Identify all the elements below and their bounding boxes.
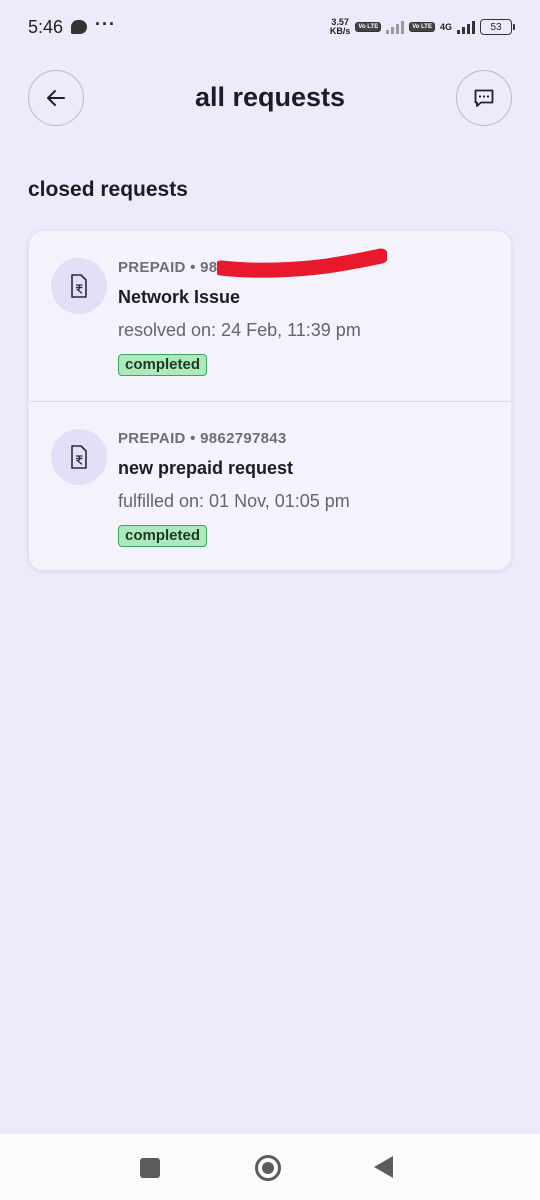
request-title: new prepaid request (118, 458, 294, 478)
status-badge: completed (118, 354, 208, 376)
volte-icon: Vo LTE (355, 22, 382, 32)
chat-bubble-icon (474, 89, 494, 107)
chat-support-button[interactable] (456, 70, 512, 126)
home-icon (262, 1162, 274, 1174)
header: all requests (0, 70, 540, 126)
network-speed: 3.57 KB/s (330, 18, 351, 36)
status-left: 5:46 ··· (28, 13, 117, 38)
status-badge: completed (118, 525, 208, 547)
request-date: resolved on: 24 Feb, 11:39 pm (118, 320, 361, 340)
request-item[interactable]: PREPAID • 9862797843 new prepaid request… (29, 402, 511, 570)
chat-notification-icon (71, 20, 88, 34)
bill-rupee-icon (51, 429, 107, 485)
battery-level: 53 (490, 21, 502, 33)
home-button[interactable] (255, 1155, 281, 1181)
more-notifications-icon: ··· (95, 13, 117, 34)
requests-card: PREPAID • 98 Network Issue resolved on: … (28, 230, 512, 571)
request-title: Network Issue (118, 287, 241, 307)
recent-apps-button[interactable] (140, 1158, 160, 1178)
system-back-button[interactable] (374, 1156, 393, 1178)
network-type: 4G (439, 21, 452, 32)
clock: 5:46 (28, 16, 64, 37)
status-bar: 5:46 ··· 3.57 KB/s Vo LTE Vo LTE 4G 53 (0, 0, 540, 54)
network-speed-unit: KB/s (329, 26, 351, 36)
status-right: 3.57 KB/s Vo LTE Vo LTE 4G 53 (330, 18, 515, 36)
bill-rupee-icon (51, 258, 107, 314)
request-meta: PREPAID • 9862797843 (118, 430, 287, 447)
section-title: closed requests (28, 178, 188, 201)
signal-strength-icon-2 (457, 20, 475, 34)
request-date: fulfilled on: 01 Nov, 01:05 pm (118, 491, 350, 511)
redaction-mark (217, 248, 387, 278)
request-meta: PREPAID • 98 (118, 259, 218, 276)
battery-icon: 53 (480, 19, 515, 35)
signal-strength-icon (386, 20, 405, 34)
system-navigation-bar (0, 1134, 540, 1200)
request-item[interactable]: PREPAID • 98 Network Issue resolved on: … (29, 231, 511, 401)
volte-icon-2: Vo LTE (409, 22, 435, 32)
